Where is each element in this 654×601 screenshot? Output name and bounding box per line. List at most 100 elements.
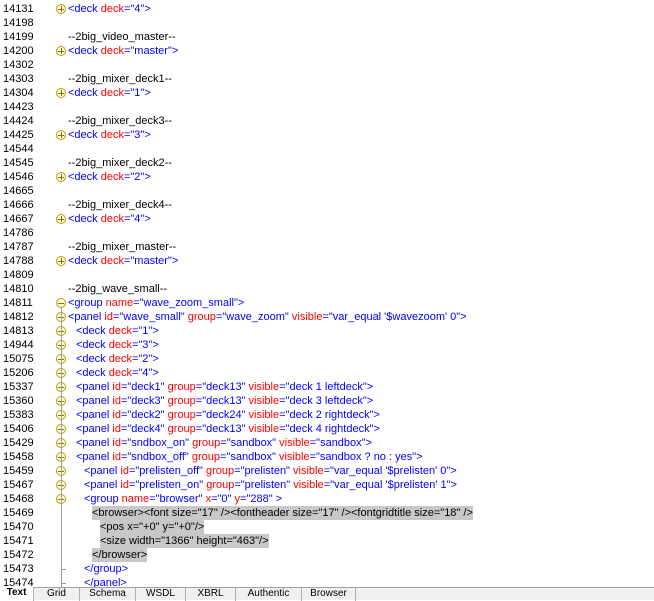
code-line[interactable]: 14786	[0, 226, 654, 240]
code-line[interactable]: 15406 <panel id="deck4" group="deck13" vi…	[0, 422, 654, 436]
token-tag: <panel	[76, 451, 113, 463]
tab-text[interactable]: Text	[0, 587, 34, 601]
token-tag: <deck	[76, 339, 109, 351]
code-line[interactable]: 14787 --2big_mixer_master--	[0, 240, 654, 254]
expand-fold-icon[interactable]	[56, 88, 66, 98]
token-tag: >	[365, 437, 373, 449]
token-val: "deck3"	[127, 395, 168, 407]
tab-authentic[interactable]: Authentic	[236, 588, 302, 601]
code-line[interactable]: 15474 </panel>	[0, 576, 654, 587]
tab-xbrl[interactable]: XBRL	[186, 588, 236, 601]
code-line[interactable]: 14665	[0, 184, 654, 198]
code-line[interactable]: 15206 <deck deck="4">	[0, 366, 654, 380]
code-line[interactable]: 15473 </group>	[0, 562, 654, 576]
token-attr: group	[206, 465, 235, 477]
code-text: <panel id="sndbox_off" group="sandbox" v…	[76, 450, 423, 464]
code-line[interactable]: 15468 <group name="browser" x="0" y="288"…	[0, 492, 654, 506]
tab-schema[interactable]: Schema	[80, 588, 136, 601]
code-line[interactable]: 14304 <deck deck="1">	[0, 86, 654, 100]
code-line[interactable]: 14425 <deck deck="3">	[0, 128, 654, 142]
code-text: <deck deck="4">	[76, 366, 159, 380]
token-val: "sndbox_on"	[127, 437, 193, 449]
tab-wsdl[interactable]: WSDL	[136, 588, 186, 601]
code-line[interactable]: 14423	[0, 100, 654, 114]
token-val: "deck4"	[127, 423, 168, 435]
code-line[interactable]: 14546 <deck deck="2">	[0, 170, 654, 184]
token-txt: <pos x="+0" y="+0"/>	[100, 521, 205, 533]
code-line[interactable]: 15458 <panel id="sndbox_off" group="sandb…	[0, 450, 654, 464]
token-txt: --2big_mixer_deck3--	[68, 115, 172, 127]
line-number: 15206	[3, 367, 34, 379]
code-text: --2big_mixer_deck1--	[68, 72, 172, 86]
token-attr: deck	[100, 129, 124, 141]
code-line[interactable]: 14812 <panel id="wave_small" group="wave_…	[0, 310, 654, 324]
code-line[interactable]: 14199 --2big_video_master--	[0, 30, 654, 44]
token-val: "deck2"	[127, 409, 168, 421]
code-line[interactable]: 14811 <group name="wave_zoom_small">	[0, 296, 654, 310]
token-tag: <deck	[76, 325, 109, 337]
expand-fold-icon[interactable]	[56, 4, 66, 14]
expand-fold-icon[interactable]	[56, 172, 66, 182]
token-val: "prelisten"	[240, 479, 294, 491]
token-attr: visible	[248, 409, 280, 421]
expand-fold-icon[interactable]	[56, 214, 66, 224]
code-text: --2big_mixer_deck4--	[68, 198, 172, 212]
code-line[interactable]: 15429 <panel id="sndbox_on" group="sandbo…	[0, 436, 654, 450]
token-val: "2"	[130, 171, 145, 183]
code-line[interactable]: 15383 <panel id="deck2" group="deck24" vi…	[0, 408, 654, 422]
code-line[interactable]: 15337 <panel id="deck1" group="deck13" vi…	[0, 380, 654, 394]
code-line[interactable]: 15360 <panel id="deck3" group="deck13" vi…	[0, 394, 654, 408]
code-line[interactable]: 15470 <pos x="+0" y="+0"/>	[0, 520, 654, 534]
token-attr: group	[167, 409, 196, 421]
expand-fold-icon[interactable]	[56, 256, 66, 266]
code-line[interactable]: 14303 --2big_mixer_deck1--	[0, 72, 654, 86]
expand-fold-icon[interactable]	[56, 46, 66, 56]
code-line[interactable]: 15471 <size width="1366" height="463"/>	[0, 534, 654, 548]
xml-text-editor[interactable]: 14131 <deck deck="4"> 14198 14199 --2big_vid…	[0, 0, 654, 587]
line-number: 14944	[3, 339, 34, 351]
tab-grid[interactable]: Grid	[34, 588, 80, 601]
token-val: "var_equal '$prelisten' 1"	[330, 479, 451, 491]
line-number: 14788	[3, 255, 34, 267]
code-line[interactable]: 14424 --2big_mixer_deck3--	[0, 114, 654, 128]
token-attr: deck	[108, 367, 132, 379]
code-line[interactable]: 14131 <deck deck="4">	[0, 2, 654, 16]
code-line[interactable]: 14667 <deck deck="4">	[0, 212, 654, 226]
token-attr: group	[167, 395, 196, 407]
code-line[interactable]: 14544	[0, 142, 654, 156]
code-line[interactable]: 14198	[0, 16, 654, 30]
token-tag: >	[275, 493, 283, 505]
token-tag: >	[152, 339, 159, 351]
line-number: 15360	[3, 395, 34, 407]
token-attr: id	[112, 381, 121, 393]
token-val: "sandbox"	[316, 437, 366, 449]
tab-browser[interactable]: Browser	[302, 588, 356, 601]
code-line[interactable]: 14545 --2big_mixer_deck2--	[0, 156, 654, 170]
code-line[interactable]: 14944 <deck deck="3">	[0, 338, 654, 352]
line-number: 14786	[3, 227, 34, 239]
code-line[interactable]: 15472 </browser>	[0, 548, 654, 562]
code-line[interactable]: 15469 <browser><font size="17" /><fonthea…	[0, 506, 654, 520]
token-tag: >	[373, 423, 380, 435]
token-attr: deck	[100, 3, 124, 15]
code-line[interactable]: 14810 --2big_wave_small--	[0, 282, 654, 296]
token-tag: >	[416, 451, 423, 463]
selected-code-text: <pos x="+0" y="+0"/>	[100, 520, 205, 534]
line-number: 15474	[3, 577, 34, 587]
token-tag: <deck	[76, 367, 109, 379]
code-line[interactable]: 14788 <deck deck="master">	[0, 254, 654, 268]
fold-end-marker	[61, 569, 66, 570]
token-txt: </browser>	[92, 549, 148, 561]
expand-fold-icon[interactable]	[56, 130, 66, 140]
token-val: "4"	[130, 213, 145, 225]
code-line[interactable]: 14813 <deck deck="1">	[0, 324, 654, 338]
line-number: 15472	[3, 549, 34, 561]
code-line[interactable]: 14302	[0, 58, 654, 72]
code-line[interactable]: 15459 <panel id="prelisten_off" group="pr…	[0, 464, 654, 478]
code-line[interactable]: 14809	[0, 268, 654, 282]
code-line[interactable]: 14666 --2big_mixer_deck4--	[0, 198, 654, 212]
code-line[interactable]: 15467 <panel id="prelisten_on" group="pre…	[0, 478, 654, 492]
collapse-fold-icon[interactable]	[56, 298, 66, 308]
code-line[interactable]: 15075 <deck deck="2">	[0, 352, 654, 366]
code-line[interactable]: 14200 <deck deck="master">	[0, 44, 654, 58]
